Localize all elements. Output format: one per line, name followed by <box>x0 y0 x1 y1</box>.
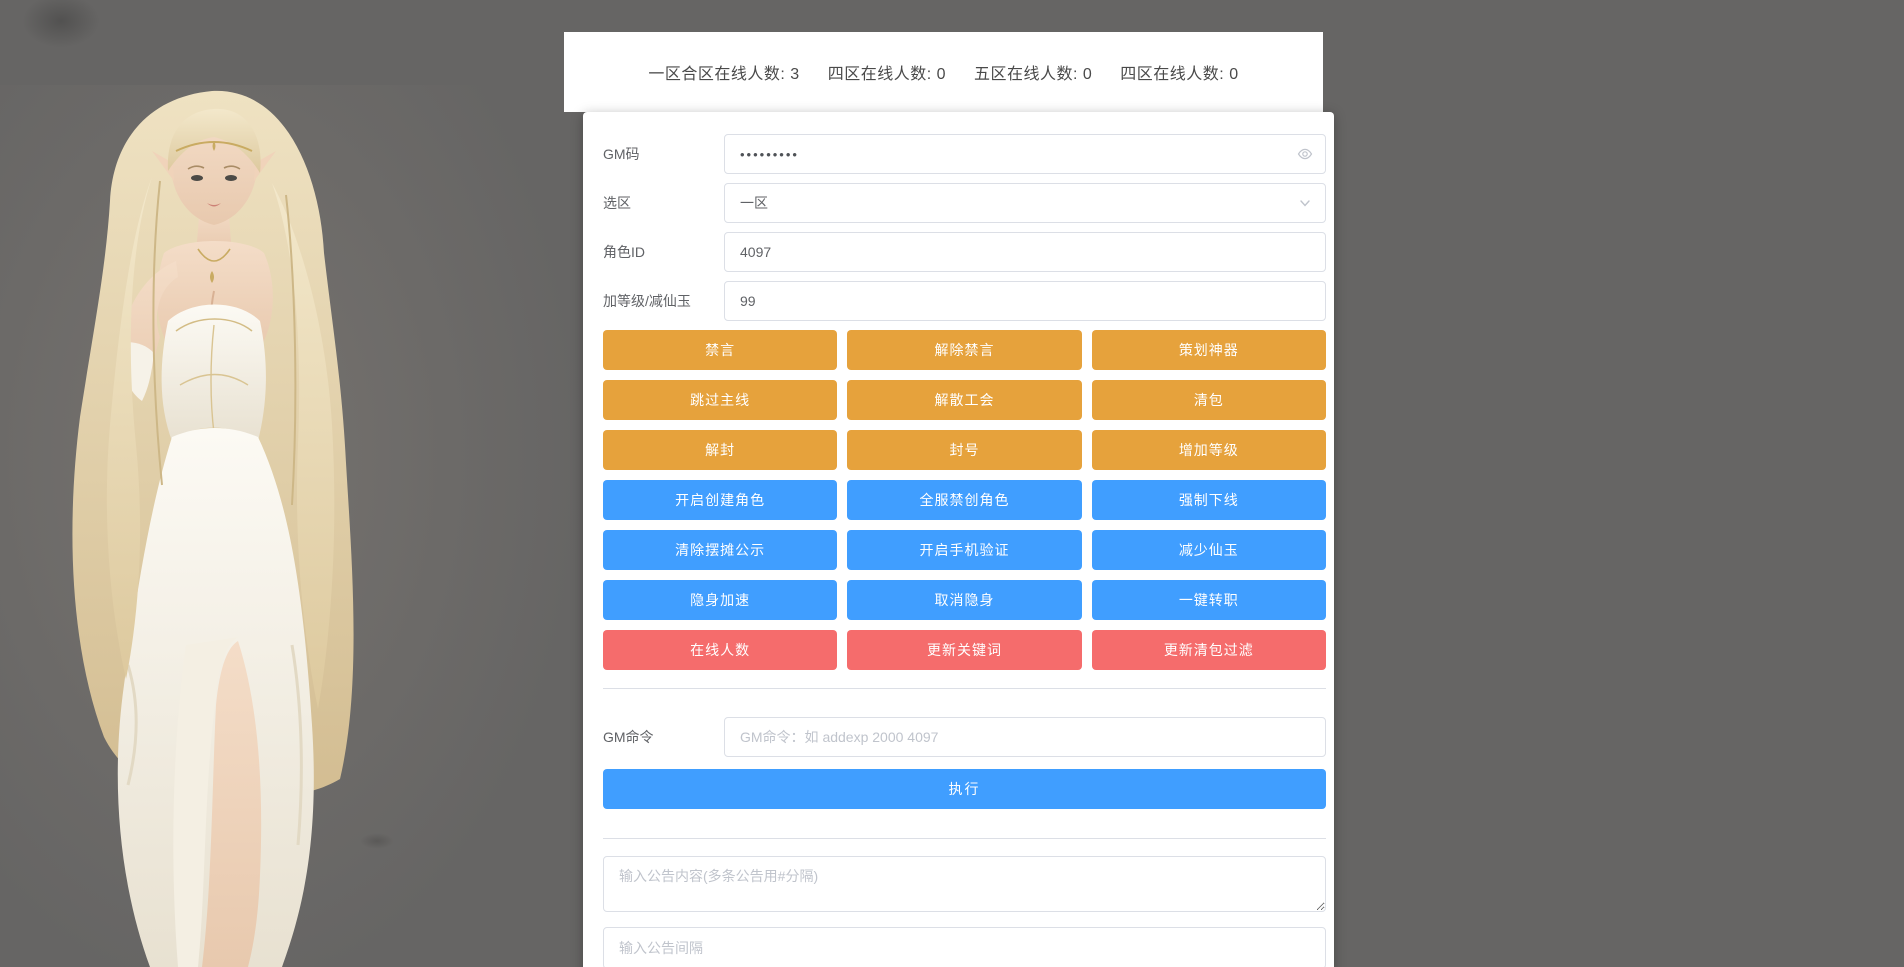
stat-zone1-online: 一区合区在线人数: 3 <box>648 60 799 84</box>
button-row-5: 清除摆摊公示 开启手机验证 减少仙玉 <box>603 530 1326 570</box>
gm-command-label: GM命令 <box>603 717 724 757</box>
unban-button[interactable]: 解封 <box>603 430 837 470</box>
forbid-create-role-button[interactable]: 全服禁创角色 <box>847 480 1081 520</box>
update-keywords-button[interactable]: 更新关键词 <box>847 630 1081 670</box>
form-row-gm-command: GM命令 <box>603 717 1326 757</box>
divider <box>603 688 1326 689</box>
gm-code-masked-value: ••••••••• <box>725 147 814 162</box>
online-stats-bar: 一区合区在线人数: 3 四区在线人数: 0 五区在线人数: 0 四区在线人数: … <box>564 32 1323 112</box>
add-level-button[interactable]: 增加等级 <box>1092 430 1326 470</box>
watermark-smudge <box>22 0 100 48</box>
clear-bag-button[interactable]: 清包 <box>1092 380 1326 420</box>
form-row-zone: 选区 一区 <box>603 183 1326 223</box>
button-row-7: 在线人数 更新关键词 更新清包过滤 <box>603 630 1326 670</box>
button-row-1: 禁言 解除禁言 策划神器 <box>603 330 1326 370</box>
role-id-label: 角色ID <box>603 232 724 272</box>
enable-phone-verify-button[interactable]: 开启手机验证 <box>847 530 1081 570</box>
stat-zone4-online: 四区在线人数: 0 <box>828 60 946 84</box>
online-count-button[interactable]: 在线人数 <box>603 630 837 670</box>
elf-character-illustration <box>0 85 583 967</box>
character-artwork <box>0 85 583 967</box>
ban-button[interactable]: 封号 <box>847 430 1081 470</box>
level-input[interactable] <box>725 282 1325 320</box>
execute-button[interactable]: 执行 <box>603 769 1326 809</box>
update-clearbag-filter-button[interactable]: 更新清包过滤 <box>1092 630 1326 670</box>
form-row-level: 加等级/减仙玉 <box>603 281 1326 321</box>
divider <box>603 838 1326 839</box>
background-smudge <box>360 833 394 849</box>
zone-selected-value: 一区 <box>725 193 783 213</box>
announcement-section <box>603 856 1326 967</box>
announcement-interval-input[interactable] <box>604 928 1325 967</box>
button-row-4: 开启创建角色 全服禁创角色 强制下线 <box>603 480 1326 520</box>
gm-panel-card: GM码 ••••••••• 选区 一区 角色ID <box>583 112 1334 967</box>
announcement-content-textarea[interactable] <box>603 856 1326 912</box>
eye-icon[interactable] <box>1297 146 1313 162</box>
mute-button[interactable]: 禁言 <box>603 330 837 370</box>
skip-mainline-button[interactable]: 跳过主线 <box>603 380 837 420</box>
level-label: 加等级/减仙玉 <box>603 281 724 321</box>
zone-label: 选区 <box>603 183 724 223</box>
stat-zone4b-online: 四区在线人数: 0 <box>1120 60 1238 84</box>
cancel-stealth-button[interactable]: 取消隐身 <box>847 580 1081 620</box>
planner-tool-button[interactable]: 策划神器 <box>1092 330 1326 370</box>
form-row-gm-code: GM码 ••••••••• <box>603 134 1326 174</box>
form-row-role-id: 角色ID <box>603 232 1326 272</box>
disband-guild-button[interactable]: 解散工会 <box>847 380 1081 420</box>
stat-zone5-online: 五区在线人数: 0 <box>974 60 1092 84</box>
unmute-button[interactable]: 解除禁言 <box>847 330 1081 370</box>
one-key-class-change-button[interactable]: 一键转职 <box>1092 580 1326 620</box>
stealth-speed-button[interactable]: 隐身加速 <box>603 580 837 620</box>
role-id-input[interactable] <box>725 233 1325 271</box>
button-row-2: 跳过主线 解散工会 清包 <box>603 380 1326 420</box>
gm-code-input[interactable]: ••••••••• <box>724 134 1326 174</box>
gm-command-input[interactable] <box>725 718 1325 756</box>
enable-create-role-button[interactable]: 开启创建角色 <box>603 480 837 520</box>
button-row-3: 解封 封号 增加等级 <box>603 430 1326 470</box>
force-offline-button[interactable]: 强制下线 <box>1092 480 1326 520</box>
chevron-down-icon <box>1297 195 1313 211</box>
clear-stall-notice-button[interactable]: 清除摆摊公示 <box>603 530 837 570</box>
button-row-6: 隐身加速 取消隐身 一键转职 <box>603 580 1326 620</box>
gm-code-label: GM码 <box>603 134 724 174</box>
reduce-jade-button[interactable]: 减少仙玉 <box>1092 530 1326 570</box>
zone-select[interactable]: 一区 <box>724 183 1326 223</box>
